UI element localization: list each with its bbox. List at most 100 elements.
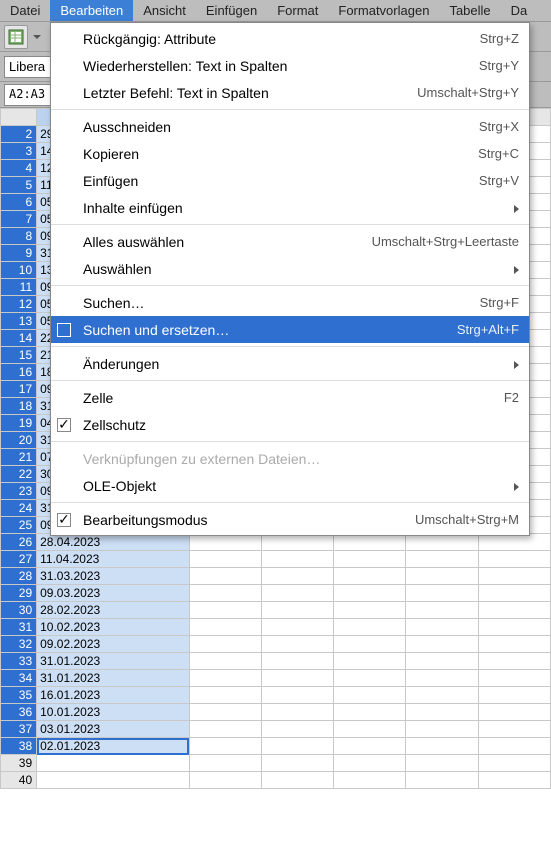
cell[interactable] (189, 568, 261, 585)
menu-item[interactable]: Rückgängig: AttributeStrg+Z (51, 25, 529, 52)
cell[interactable]: 31.03.2023 (37, 568, 190, 585)
cell[interactable] (261, 721, 333, 738)
cell[interactable] (478, 772, 550, 789)
row-header[interactable]: 23 (1, 483, 37, 500)
cell[interactable]: 31.01.2023 (37, 653, 190, 670)
cell[interactable] (478, 755, 550, 772)
cell[interactable] (189, 534, 261, 551)
cell[interactable]: 28.04.2023 (37, 534, 190, 551)
row-header[interactable]: 22 (1, 466, 37, 483)
cell[interactable] (189, 602, 261, 619)
row-header[interactable]: 2 (1, 126, 37, 143)
cell[interactable] (261, 551, 333, 568)
menu-bearbeiten[interactable]: Bearbeiten (50, 0, 133, 21)
cell[interactable] (261, 585, 333, 602)
cell[interactable]: 03.01.2023 (37, 721, 190, 738)
menu-item[interactable]: KopierenStrg+C (51, 140, 529, 167)
cell[interactable] (189, 653, 261, 670)
cell[interactable] (189, 755, 261, 772)
cell[interactable] (261, 687, 333, 704)
row-header[interactable]: 9 (1, 245, 37, 262)
cell[interactable] (189, 738, 261, 755)
cell[interactable]: 09.03.2023 (37, 585, 190, 602)
cell[interactable] (478, 738, 550, 755)
cell[interactable] (37, 755, 190, 772)
row-header[interactable]: 10 (1, 262, 37, 279)
menu-item[interactable]: Suchen und ersetzen…Strg+Alt+F (51, 316, 529, 343)
cell[interactable] (478, 619, 550, 636)
cell[interactable] (478, 636, 550, 653)
row-header[interactable]: 11 (1, 279, 37, 296)
row-header[interactable]: 27 (1, 551, 37, 568)
cell[interactable]: 10.01.2023 (37, 704, 190, 721)
cell[interactable] (406, 568, 478, 585)
cell[interactable] (478, 568, 550, 585)
cell[interactable]: 02.01.2023 (37, 738, 190, 755)
cell[interactable]: 16.01.2023 (37, 687, 190, 704)
cell[interactable] (189, 585, 261, 602)
cell[interactable] (334, 738, 406, 755)
cell[interactable] (406, 602, 478, 619)
row-header[interactable]: 5 (1, 177, 37, 194)
row-header[interactable]: 32 (1, 636, 37, 653)
menu-item[interactable]: ✓BearbeitungsmodusUmschalt+Strg+M (51, 506, 529, 533)
cell[interactable]: 10.02.2023 (37, 619, 190, 636)
cell[interactable] (334, 619, 406, 636)
cell[interactable] (406, 585, 478, 602)
row-header[interactable]: 16 (1, 364, 37, 381)
cell[interactable] (406, 704, 478, 721)
row-header[interactable]: 21 (1, 449, 37, 466)
cell[interactable] (406, 619, 478, 636)
cell[interactable] (37, 772, 190, 789)
row-header[interactable]: 35 (1, 687, 37, 704)
cell[interactable] (261, 755, 333, 772)
menu-item[interactable]: OLE-Objekt (51, 472, 529, 499)
menu-einfügen[interactable]: Einfügen (196, 0, 267, 21)
menu-tabelle[interactable]: Tabelle (439, 0, 500, 21)
row-header[interactable]: 19 (1, 415, 37, 432)
cell[interactable] (189, 772, 261, 789)
cell[interactable] (478, 670, 550, 687)
cell[interactable] (334, 772, 406, 789)
cell[interactable] (406, 636, 478, 653)
cell[interactable] (261, 619, 333, 636)
cell[interactable] (478, 551, 550, 568)
cell[interactable] (334, 670, 406, 687)
row-header[interactable]: 7 (1, 211, 37, 228)
menu-formatvorlagen[interactable]: Formatvorlagen (328, 0, 439, 21)
menu-item[interactable]: Alles auswählenUmschalt+Strg+Leertaste (51, 228, 529, 255)
column-header-corner[interactable] (1, 109, 37, 126)
menu-item[interactable]: Änderungen (51, 350, 529, 377)
row-header[interactable]: 18 (1, 398, 37, 415)
cell[interactable] (478, 534, 550, 551)
menu-datei[interactable]: Datei (0, 0, 50, 21)
cell[interactable] (334, 568, 406, 585)
cell[interactable] (261, 738, 333, 755)
cell[interactable] (261, 534, 333, 551)
cell[interactable] (478, 687, 550, 704)
cell[interactable] (406, 755, 478, 772)
menu-item[interactable]: ZelleF2 (51, 384, 529, 411)
cell[interactable] (261, 670, 333, 687)
row-header[interactable]: 8 (1, 228, 37, 245)
cell[interactable]: 31.01.2023 (37, 670, 190, 687)
cell[interactable] (406, 687, 478, 704)
cell[interactable] (334, 721, 406, 738)
new-doc-button[interactable] (4, 25, 28, 49)
row-header[interactable]: 30 (1, 602, 37, 619)
cell[interactable] (261, 704, 333, 721)
menu-item[interactable]: EinfügenStrg+V (51, 167, 529, 194)
cell[interactable] (406, 551, 478, 568)
cell[interactable] (334, 534, 406, 551)
cell[interactable] (334, 551, 406, 568)
cell[interactable] (189, 636, 261, 653)
cell[interactable] (189, 551, 261, 568)
cell[interactable] (189, 704, 261, 721)
cell[interactable] (189, 619, 261, 636)
menu-da[interactable]: Da (501, 0, 538, 21)
cell[interactable] (334, 653, 406, 670)
row-header[interactable]: 31 (1, 619, 37, 636)
row-header[interactable]: 20 (1, 432, 37, 449)
cell[interactable] (478, 704, 550, 721)
new-doc-caret[interactable] (32, 25, 42, 49)
